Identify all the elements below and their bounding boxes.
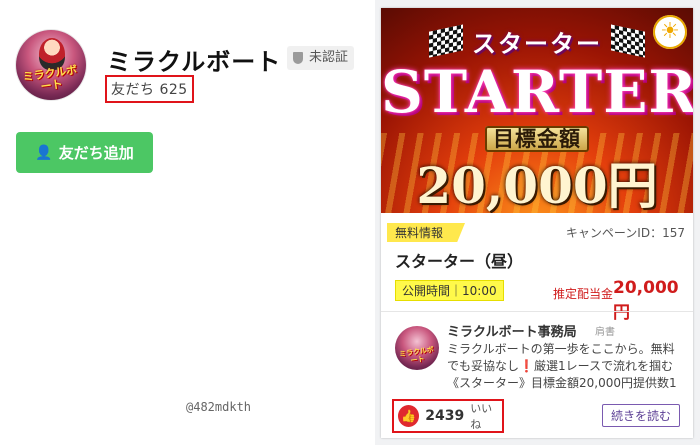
free-info-tag: 無料情報	[387, 223, 466, 242]
feed-panel: ☀ スターター STARTER 目標金額 20,000円 無料情報 キャンペーン…	[375, 0, 700, 445]
banner-title: STARTER	[381, 58, 693, 126]
account-handle: @482mdkth	[186, 400, 252, 414]
friends-count: 友だち 625	[105, 75, 194, 103]
publish-time: 公開時間｜10:00	[395, 280, 504, 301]
verification-badge: 未認証	[287, 46, 355, 70]
campaign-banner[interactable]: ☀ スターター STARTER 目標金額 20,000円	[381, 8, 693, 213]
campaign-id: キャンペーンID：157	[565, 226, 685, 240]
office-role: 肩書	[595, 327, 615, 338]
divider	[381, 311, 693, 312]
verification-label: 未認証	[309, 50, 349, 65]
post-body: ミラクルボートの第一歩をここから。無料でも妥協なし❗厳選1レースで流れを掴む《ス…	[447, 342, 677, 390]
read-more-button[interactable]: 続きを読む	[602, 404, 681, 427]
campaign-card[interactable]: ☀ スターター STARTER 目標金額 20,000円 無料情報 キャンペーン…	[381, 8, 693, 438]
banner-kana: スターター	[472, 30, 602, 58]
add-friend-button[interactable]: 👤 友だち追加	[16, 132, 153, 173]
office-avatar-logo: ミラクルボート	[398, 345, 435, 365]
like-count: 2439	[425, 408, 465, 424]
add-friend-label: 友だち追加	[58, 144, 134, 162]
prize-label: 推定配当金	[553, 287, 614, 301]
like-button[interactable]: 👍 2439 いいね	[392, 399, 504, 433]
like-label: いいね	[470, 402, 493, 431]
office-name: ミラクルボート事務局	[447, 325, 577, 340]
banner-amount: 20,000円	[416, 156, 658, 213]
office-avatar: ミラクルボート	[395, 326, 439, 370]
profile-avatar: ミラクルボート	[16, 30, 86, 100]
avatar-logo: ミラクルボート	[21, 63, 78, 94]
profile-panel: ミラクルボート ミラクルボート 未認証 友だち 625 👤 友だち追加 @482…	[0, 0, 375, 445]
account-name: ミラクルボート	[107, 48, 282, 76]
add-person-icon: 👤	[35, 144, 53, 161]
race-title: スターター（昼）	[395, 252, 524, 271]
thumbs-up-icon: 👍	[398, 405, 420, 427]
prize-value: 20,000円	[613, 278, 679, 323]
shield-icon	[293, 52, 303, 64]
